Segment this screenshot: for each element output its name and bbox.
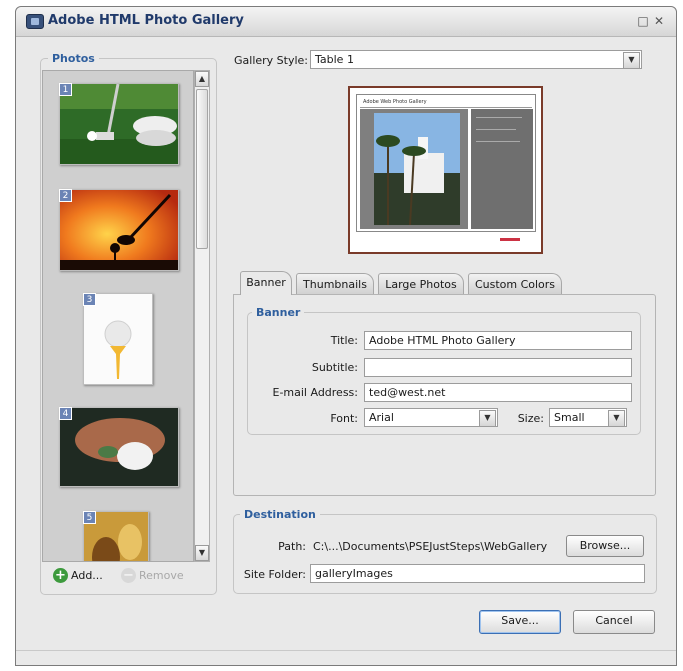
- gallery-style-select[interactable]: Table 1 ▼: [310, 50, 642, 69]
- photo-list-scrollbar[interactable]: ▲ ▼: [194, 70, 210, 562]
- path-value: C:\...\Documents\PSEJustSteps\WebGallery: [313, 540, 548, 553]
- photo-thumbnail[interactable]: 3: [83, 293, 153, 385]
- title-label: Title:: [330, 334, 358, 347]
- size-select[interactable]: Small ▼: [549, 408, 627, 427]
- add-icon: +: [53, 568, 68, 583]
- golf-glove-photo: [60, 408, 178, 486]
- remove-icon: −: [121, 568, 136, 583]
- preview-photo: [374, 113, 460, 225]
- font-label: Font:: [330, 412, 358, 425]
- save-button[interactable]: Save...: [479, 610, 561, 634]
- tab-banner[interactable]: Banner: [240, 271, 292, 295]
- browse-button[interactable]: Browse...: [566, 535, 644, 557]
- preview-rule: [360, 107, 532, 108]
- preview-sidebar: [471, 109, 533, 229]
- size-label: Size:: [517, 412, 544, 425]
- close-icon[interactable]: ✕: [652, 14, 666, 28]
- title-bar: Adobe HTML Photo Gallery □ ✕: [16, 7, 676, 37]
- app-icon: [26, 14, 44, 29]
- title-input[interactable]: Adobe HTML Photo Gallery: [364, 331, 632, 350]
- window-title: Adobe HTML Photo Gallery: [48, 13, 244, 28]
- tab-large-photos[interactable]: Large Photos: [378, 273, 464, 295]
- subtitle-input[interactable]: [364, 358, 632, 377]
- photo-list[interactable]: 1 2 3 4 5: [42, 70, 194, 562]
- photo-number: 2: [59, 189, 72, 202]
- cancel-button[interactable]: Cancel: [573, 610, 655, 634]
- tab-thumbnails[interactable]: Thumbnails: [296, 273, 374, 295]
- golf-tee-photo: [84, 294, 152, 384]
- golf-sunset-photo: [60, 190, 178, 270]
- photo-thumbnail[interactable]: 1: [59, 83, 179, 165]
- subtitle-label: Subtitle:: [311, 361, 358, 374]
- email-input[interactable]: ted@west.net: [364, 383, 632, 402]
- chevron-down-icon[interactable]: ▼: [479, 410, 496, 427]
- maximize-icon[interactable]: □: [636, 14, 650, 28]
- photo-number: 1: [59, 83, 72, 96]
- photos-legend: Photos: [48, 52, 99, 65]
- preview-page: Adobe Web Photo Gallery: [356, 94, 536, 232]
- scroll-up-icon[interactable]: ▲: [195, 71, 209, 87]
- photo-thumbnail[interactable]: 4: [59, 407, 179, 487]
- path-label: Path:: [278, 540, 306, 553]
- golf-putt-photo: [60, 83, 178, 164]
- status-divider: [16, 650, 676, 651]
- photo-thumbnail[interactable]: 2: [59, 189, 179, 271]
- remove-label: Remove: [139, 569, 184, 582]
- gallery-style-label: Gallery Style:: [234, 54, 309, 67]
- preview-header: Adobe Web Photo Gallery: [363, 99, 427, 105]
- scroll-down-icon[interactable]: ▼: [195, 545, 209, 561]
- site-folder-label: Site Folder:: [243, 568, 306, 581]
- email-label: E-mail Address:: [272, 386, 359, 399]
- gallery-preview: Adobe Web Photo Gallery: [348, 86, 543, 254]
- add-label: Add...: [71, 569, 103, 582]
- font-value: Arial: [369, 411, 394, 424]
- gallery-style-value: Table 1: [315, 53, 354, 66]
- destination-legend: Destination: [240, 508, 320, 521]
- banner-legend: Banner: [252, 306, 305, 319]
- font-select[interactable]: Arial ▼: [364, 408, 498, 427]
- size-value: Small: [554, 411, 585, 424]
- chevron-down-icon[interactable]: ▼: [623, 52, 640, 69]
- preview-footer-mark: [500, 238, 520, 241]
- photo-number: 5: [83, 511, 96, 524]
- scroll-thumb[interactable]: [196, 89, 208, 249]
- photo-number: 3: [83, 293, 96, 306]
- chevron-down-icon[interactable]: ▼: [608, 410, 625, 427]
- tab-custom-colors[interactable]: Custom Colors: [468, 273, 562, 295]
- site-folder-input[interactable]: galleryImages: [310, 564, 645, 583]
- preview-main: [360, 109, 468, 229]
- photo-thumbnail[interactable]: 5: [83, 511, 149, 561]
- photo-number: 4: [59, 407, 72, 420]
